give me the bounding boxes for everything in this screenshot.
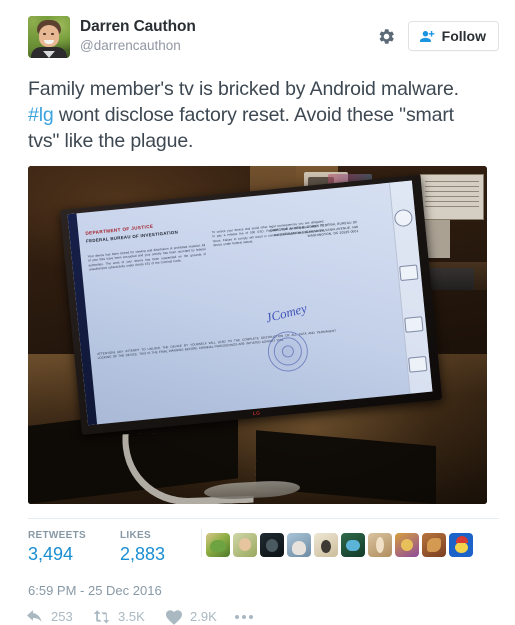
tv-screen-button-3 (404, 316, 424, 333)
author-name-block: Darren Cauthon @darrencauthon (80, 16, 377, 55)
tweet-header: Darren Cauthon @darrencauthon Follow (0, 0, 515, 64)
header-actions: Follow (377, 16, 499, 51)
tweet-text-part2: wont disclose factory reset. Avoid these… (28, 104, 454, 152)
follow-button[interactable]: Follow (407, 21, 499, 51)
likes-stat: LIKES 2,883 (120, 529, 165, 566)
follow-button-label: Follow (441, 28, 486, 44)
tv-brand-logo: LG (252, 410, 261, 418)
retweets-value[interactable]: 3,494 (28, 543, 86, 566)
author-display-name[interactable]: Darren Cauthon (80, 17, 377, 36)
reply-action[interactable]: 253 (26, 609, 92, 625)
likes-label: LIKES (119, 530, 151, 541)
facepile-avatar[interactable] (287, 533, 312, 557)
author-screen-name[interactable]: @darrencauthon (80, 37, 377, 55)
facepile-avatar[interactable] (422, 533, 447, 557)
tv-screen-button-1 (393, 208, 414, 228)
more-action[interactable] (235, 615, 263, 619)
tweet-timestamp[interactable]: 6:59 PM - 25 Dec 2016 (28, 582, 499, 599)
tweet-card: Darren Cauthon @darrencauthon Follow Fam… (0, 0, 515, 625)
photo-wall-calendar (420, 174, 484, 220)
retweet-count: 3.5K (118, 609, 145, 624)
retweet-icon (92, 609, 111, 625)
facepile (201, 529, 474, 557)
avatar-eye-left (43, 33, 46, 35)
person-add-icon (419, 29, 436, 44)
tweet-text: Family member's tv is bricked by Android… (0, 64, 515, 154)
retweets-stat: RETWEETS 3,494 (28, 529, 86, 566)
facepile-avatar[interactable] (341, 533, 366, 557)
retweet-action[interactable]: 3.5K (92, 609, 165, 625)
likes-value[interactable]: 2,883 (120, 543, 165, 566)
reply-arrow-icon (26, 609, 44, 625)
tv-screen-button-4 (408, 355, 428, 373)
tv-screen-button-2 (399, 264, 419, 282)
retweets-label: RETWEETS (28, 530, 86, 541)
tv-screen: DEPARTMENT OF JUSTICE FEDERAL BUREAU OF … (67, 180, 433, 426)
like-action[interactable]: 2.9K (165, 609, 235, 625)
tweet-stats: RETWEETS 3,494 LIKES 2,883 (28, 518, 499, 566)
tweet-action-bar: 253 3.5K 2.9K (26, 609, 499, 625)
facepile-avatar[interactable] (449, 533, 474, 557)
television: DEPARTMENT OF JUSTICE FEDERAL BUREAU OF … (60, 174, 443, 435)
avatar[interactable] (28, 16, 70, 58)
reply-count: 253 (51, 609, 73, 624)
hashtag-link[interactable]: #lg (28, 104, 54, 126)
avatar-eye-right (51, 33, 54, 35)
facepile-avatar[interactable] (260, 533, 285, 557)
heart-icon (165, 609, 183, 625)
tweet-photo[interactable]: DEPARTMENT OF JUSTICE FEDERAL BUREAU OF … (28, 166, 487, 504)
ransom-body-left: Your device has been locked for viewing … (87, 243, 207, 272)
facepile-avatar[interactable] (368, 533, 393, 557)
gear-icon[interactable] (377, 27, 396, 46)
like-count: 2.9K (190, 609, 217, 624)
photo-room-background: DEPARTMENT OF JUSTICE FEDERAL BUREAU OF … (28, 166, 487, 504)
facepile-avatar[interactable] (395, 533, 420, 557)
facepile-avatar[interactable] (206, 533, 231, 557)
tweet-text-part1: Family member's tv is bricked by Android… (28, 78, 459, 100)
facepile-avatar[interactable] (314, 533, 339, 557)
facepile-avatar[interactable] (233, 533, 258, 557)
more-dots-icon (235, 615, 253, 619)
